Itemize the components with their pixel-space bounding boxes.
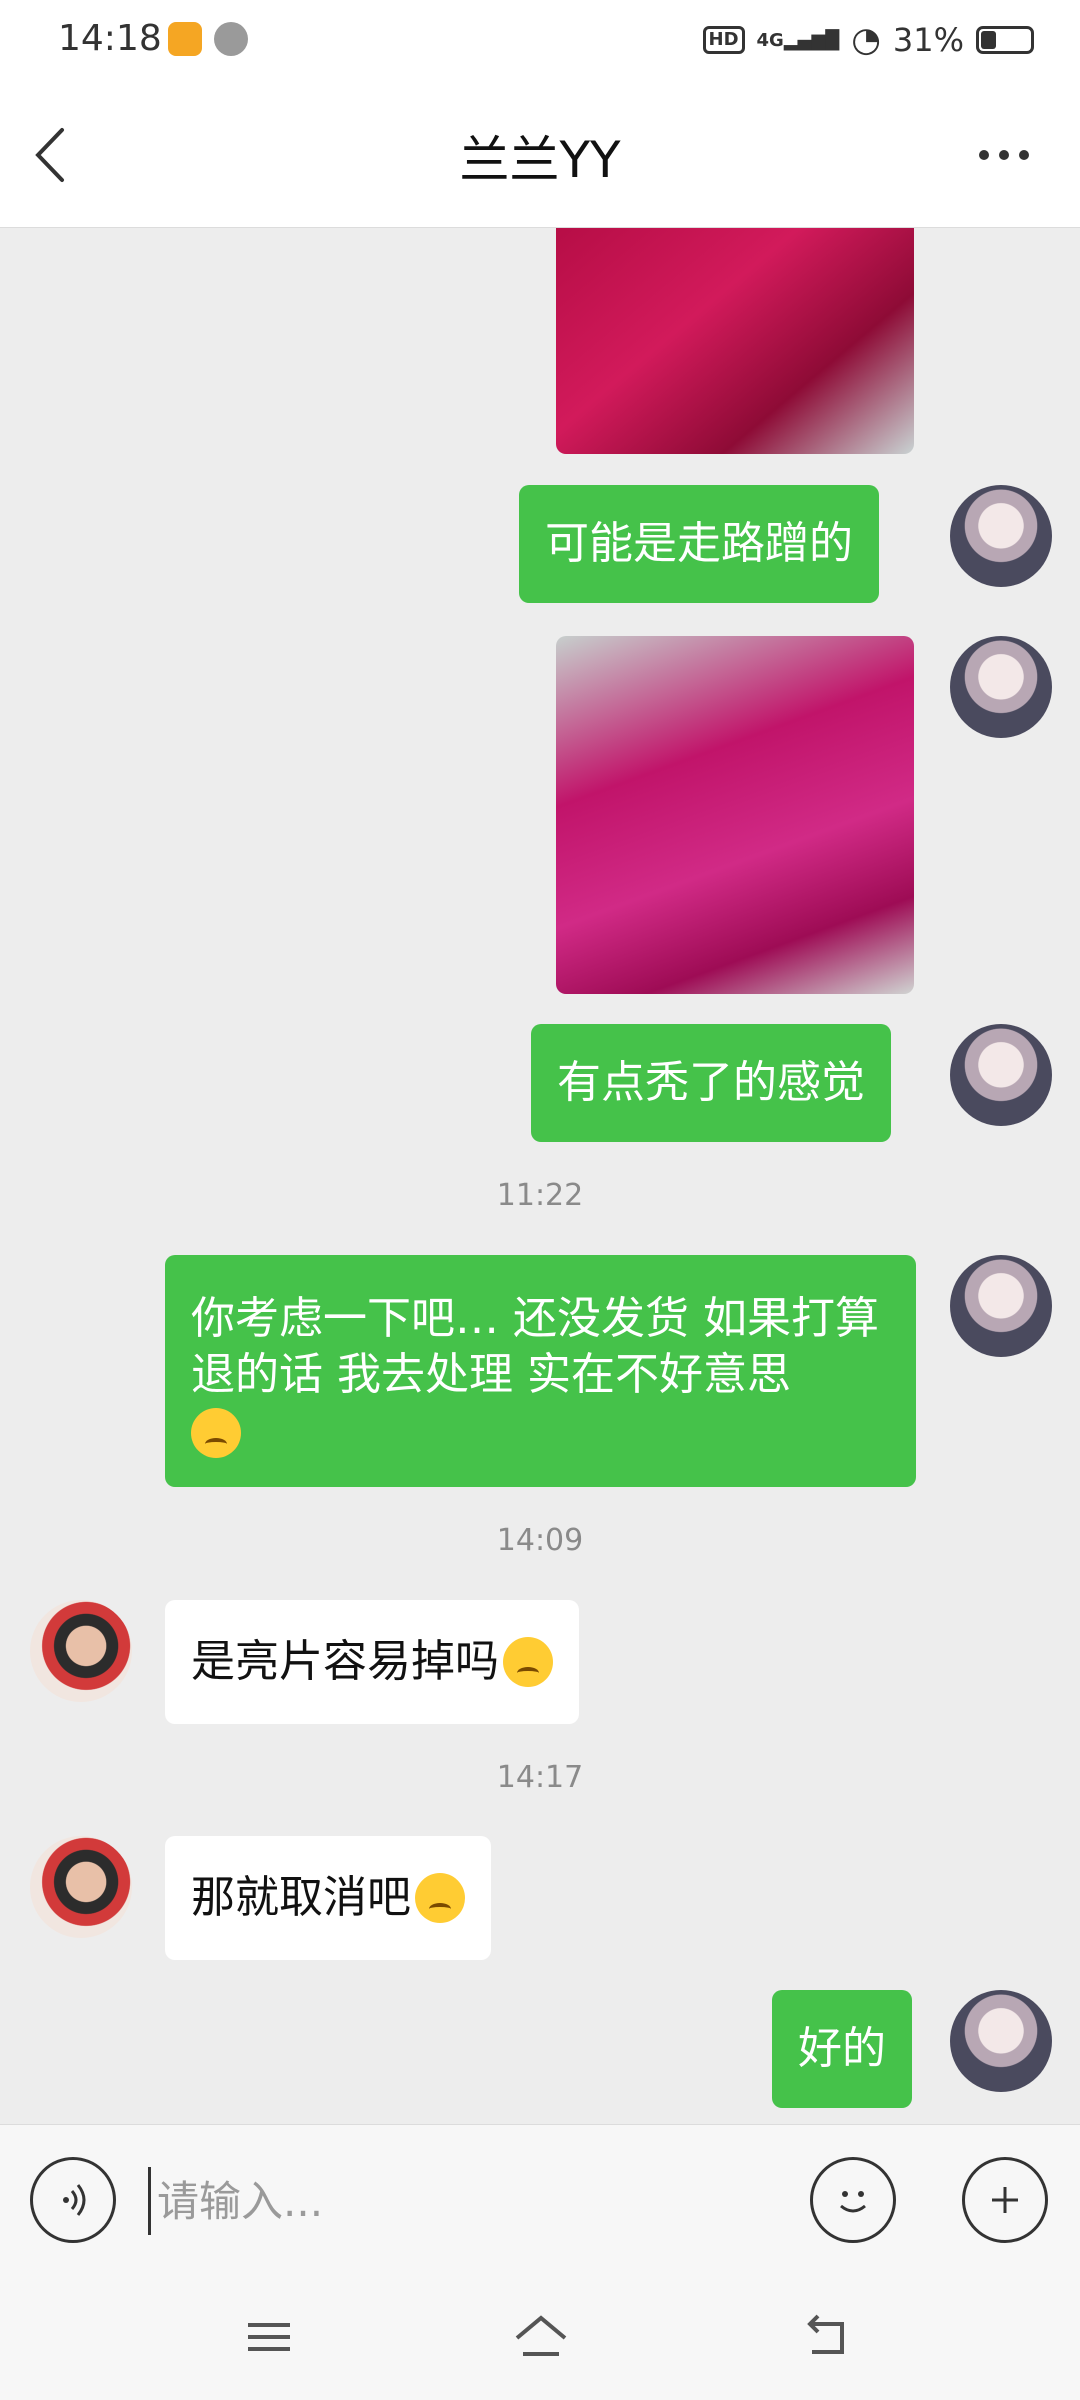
image-message[interactable] bbox=[556, 636, 914, 994]
message-text: 你考虑一下吧… 还没发货 如果打算退的话 我去处理 实在不好意思 bbox=[191, 1293, 879, 1400]
voice-button[interactable] bbox=[30, 2157, 116, 2243]
voice-icon bbox=[63, 2184, 86, 2216]
message-text: 有点秃了的感觉 bbox=[557, 1057, 865, 1108]
chat-area[interactable]: 可能是走路蹭的 有点秃了的感觉 11:22 你考虑一下吧… 还没发货 如果打算退… bbox=[0, 228, 1080, 2124]
chat-title: 兰兰YY bbox=[459, 131, 621, 189]
message-bubble[interactable]: 有点秃了的感觉 bbox=[531, 1024, 891, 1142]
weibo-icon bbox=[168, 22, 202, 56]
add-button[interactable] bbox=[962, 2157, 1048, 2243]
message-bubble[interactable]: 你考虑一下吧… 还没发货 如果打算退的话 我去处理 实在不好意思 bbox=[165, 1255, 916, 1487]
battery-level bbox=[981, 31, 996, 49]
timestamp: 14:09 bbox=[496, 1523, 584, 1558]
self-avatar[interactable] bbox=[950, 1024, 1052, 1126]
message-text: 是亮片容易掉吗 bbox=[191, 1636, 499, 1687]
timestamp: 14:17 bbox=[496, 1760, 584, 1795]
plus-icon bbox=[992, 2187, 1018, 2213]
menu-nav-button[interactable] bbox=[224, 2302, 314, 2372]
status-time: 14:18 bbox=[58, 18, 162, 59]
status-bar: 14:18 HD 4G▂▄▆█ ◔ 31% bbox=[0, 0, 1080, 84]
system-nav-bar bbox=[0, 2274, 1080, 2400]
crying-laughing-emoji-icon bbox=[503, 1637, 553, 1687]
self-avatar[interactable] bbox=[950, 1255, 1052, 1357]
more-dot-icon bbox=[979, 150, 989, 160]
message-text: 好的 bbox=[798, 2023, 886, 2074]
more-options-button[interactable] bbox=[964, 120, 1044, 190]
signal-icon: 4G▂▄▆█ bbox=[756, 29, 840, 51]
message-text: 可能是走路蹭的 bbox=[545, 518, 853, 569]
self-avatar[interactable] bbox=[950, 1990, 1052, 2092]
message-input[interactable] bbox=[148, 2167, 768, 2235]
sad-emoji-icon bbox=[191, 1408, 241, 1458]
wifi-icon: ◔ bbox=[851, 20, 881, 60]
message-text: 那就取消吧 bbox=[191, 1872, 411, 1923]
battery-icon bbox=[976, 26, 1034, 54]
wechat-icon bbox=[214, 22, 248, 56]
timestamp: 11:22 bbox=[496, 1178, 584, 1213]
home-icon bbox=[515, 2315, 567, 2356]
input-bar bbox=[0, 2124, 1080, 2274]
blowing-kiss-emoji-icon bbox=[415, 1873, 465, 1923]
image-message[interactable] bbox=[556, 228, 914, 454]
network-type: 4G bbox=[756, 29, 784, 51]
back-nav-button[interactable] bbox=[780, 2302, 870, 2372]
battery-percent: 31% bbox=[892, 21, 964, 59]
message-bubble[interactable]: 是亮片容易掉吗 bbox=[165, 1600, 579, 1724]
back-arrow-icon bbox=[807, 2314, 844, 2354]
hd-badge: HD bbox=[702, 26, 745, 54]
self-avatar[interactable] bbox=[950, 485, 1052, 587]
status-indicators: HD 4G▂▄▆█ ◔ 31% bbox=[702, 20, 1034, 60]
message-bubble[interactable]: 可能是走路蹭的 bbox=[519, 485, 879, 603]
message-bubble[interactable]: 好的 bbox=[772, 1990, 912, 2108]
contact-avatar[interactable] bbox=[30, 1836, 132, 1938]
more-dot-icon bbox=[999, 150, 1009, 160]
smiley-icon bbox=[840, 2191, 866, 2213]
message-bubble[interactable]: 那就取消吧 bbox=[165, 1836, 491, 1960]
contact-avatar[interactable] bbox=[30, 1600, 132, 1702]
home-nav-button[interactable] bbox=[496, 2302, 586, 2372]
self-avatar[interactable] bbox=[950, 636, 1052, 738]
menu-icon bbox=[248, 2323, 290, 2351]
chat-header: 兰兰YY bbox=[0, 84, 1080, 228]
more-dot-icon bbox=[1019, 150, 1029, 160]
emoji-button[interactable] bbox=[810, 2157, 896, 2243]
